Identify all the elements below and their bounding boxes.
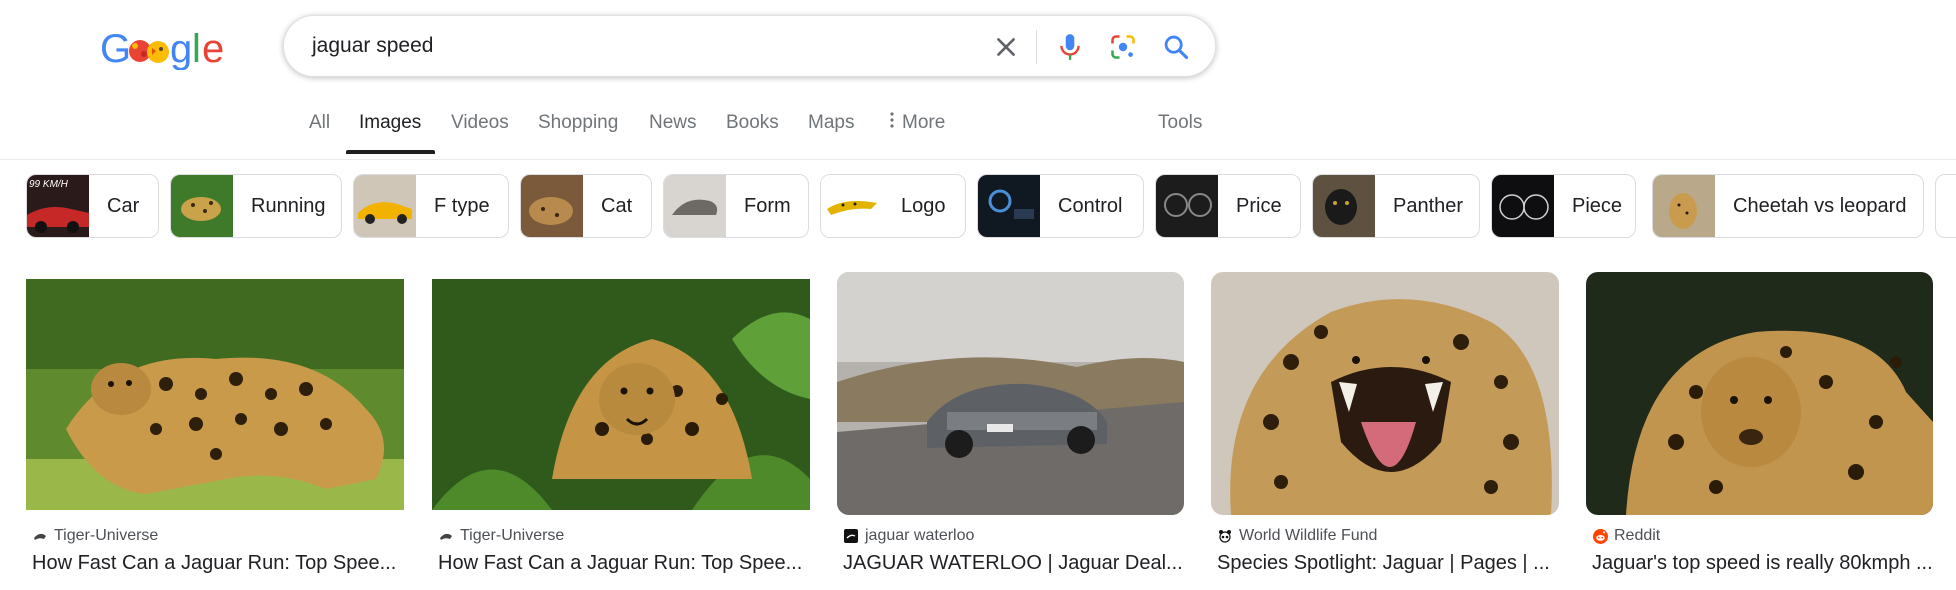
chip-label: Piece: [1572, 194, 1623, 217]
tab-maps[interactable]: Maps: [808, 112, 854, 134]
chip-thumbnail: [664, 175, 726, 237]
chip-car-thumb-text: 99 KM/H: [29, 179, 69, 190]
result-title[interactable]: JAGUAR WATERLOO | Jaguar Deal...: [843, 552, 1184, 575]
chip-panther[interactable]: Panther: [1312, 174, 1480, 238]
chip-label: Cheetah vs leopard: [1733, 194, 1907, 217]
chip-label: Logo: [901, 194, 946, 217]
result-title[interactable]: How Fast Can a Jaguar Run: Top Spee...: [32, 552, 404, 575]
chip-thumbnail: [1653, 175, 1715, 237]
source-name: Reddit: [1614, 527, 1661, 544]
more-vertical-icon: [890, 112, 894, 134]
result-title[interactable]: How Fast Can a Jaguar Run: Top Spee...: [438, 552, 810, 575]
chip-label: Panther: [1393, 194, 1464, 217]
svg-text:l: l: [192, 27, 201, 70]
search-box[interactable]: jaguar speed: [283, 15, 1216, 77]
tiger-universe-favicon: [32, 528, 48, 544]
result-source[interactable]: Tiger-Universe: [32, 527, 158, 545]
chip-overflow[interactable]: [1935, 174, 1956, 238]
svg-text:e: e: [202, 27, 224, 70]
result-image[interactable]: [1211, 272, 1559, 515]
chip-label: F type: [434, 194, 490, 217]
chip-thumbnail: [821, 175, 883, 237]
chip-label: Price: [1236, 194, 1282, 217]
chip-logo[interactable]: Logo: [820, 174, 966, 238]
tiger-universe-favicon: [438, 528, 454, 544]
search-tabs: All Images Videos Shopping News Books Ma…: [0, 108, 1956, 160]
chip-label: Form: [744, 194, 791, 217]
chip-label: Car: [107, 194, 140, 217]
panda-favicon: [1217, 528, 1233, 544]
result-image[interactable]: [1586, 272, 1933, 515]
tab-news[interactable]: News: [649, 112, 697, 134]
result-source[interactable]: World Wildlife Fund: [1217, 527, 1377, 545]
result-source[interactable]: jaguar waterloo: [843, 527, 974, 545]
chip-label: Running: [251, 194, 326, 217]
google-logo[interactable]: G g l e: [100, 26, 224, 71]
chip-running[interactable]: Running: [170, 174, 342, 238]
chip-f-type[interactable]: F type: [353, 174, 509, 238]
jaguar-waterloo-favicon: [843, 528, 859, 544]
source-name: jaguar waterloo: [865, 527, 975, 544]
search-input[interactable]: jaguar speed: [312, 34, 433, 58]
tab-books[interactable]: Books: [726, 112, 779, 134]
result-title[interactable]: Species Spotlight: Jaguar | Pages | ...: [1217, 552, 1559, 575]
active-tab-indicator: [346, 150, 435, 154]
chip-thumbnail: [1156, 175, 1218, 237]
result-image[interactable]: [837, 272, 1184, 515]
chip-label: Control: [1058, 194, 1123, 217]
chip-label: Cat: [601, 194, 633, 217]
tab-shopping[interactable]: Shopping: [538, 112, 618, 134]
chip-form[interactable]: Form: [663, 174, 809, 238]
tools-button[interactable]: Tools: [1158, 112, 1202, 134]
source-name: Tiger-Universe: [54, 527, 159, 544]
search-divider: [1036, 30, 1037, 64]
tabs-divider: [0, 159, 1956, 160]
chip-thumbnail: [354, 175, 416, 237]
tab-images[interactable]: Images: [359, 112, 421, 134]
chip-thumbnail: 99 KM/H: [27, 175, 89, 237]
result-image[interactable]: [26, 279, 404, 510]
tab-videos[interactable]: Videos: [451, 112, 509, 134]
svg-text:G: G: [100, 27, 131, 70]
reddit-favicon: [1592, 528, 1608, 544]
chip-price[interactable]: Price: [1155, 174, 1301, 238]
chip-thumbnail: [1492, 175, 1554, 237]
chip-thumbnail: [1313, 175, 1375, 237]
result-source[interactable]: Tiger-Universe: [438, 527, 564, 545]
chip-car[interactable]: 99 KM/H Car: [26, 174, 159, 238]
microphone-icon[interactable]: [1055, 32, 1085, 62]
tab-more[interactable]: More: [890, 112, 945, 134]
source-name: World Wildlife Fund: [1239, 527, 1378, 544]
chip-cat[interactable]: Cat: [520, 174, 652, 238]
chip-thumbnail: [521, 175, 583, 237]
svg-text:g: g: [170, 27, 192, 70]
chip-thumbnail: [171, 175, 233, 237]
result-source[interactable]: Reddit: [1592, 527, 1660, 545]
search-icon[interactable]: [1161, 32, 1191, 62]
tab-all[interactable]: All: [309, 112, 330, 134]
close-icon[interactable]: [991, 32, 1021, 62]
tab-more-label: More: [902, 112, 946, 133]
chip-cheetah-vs-leopard[interactable]: Cheetah vs leopard: [1652, 174, 1924, 238]
source-name: Tiger-Universe: [460, 527, 565, 544]
chip-thumbnail: [978, 175, 1040, 237]
result-title[interactable]: Jaguar's top speed is really 80kmph ...: [1592, 552, 1933, 575]
chip-control[interactable]: Control: [977, 174, 1144, 238]
related-searches-chips: 99 KM/H Car Running F type Cat Form Logo…: [0, 174, 1956, 240]
camera-lens-icon[interactable]: [1108, 32, 1138, 62]
chip-piece[interactable]: Piece: [1491, 174, 1636, 238]
result-image[interactable]: [432, 279, 810, 510]
